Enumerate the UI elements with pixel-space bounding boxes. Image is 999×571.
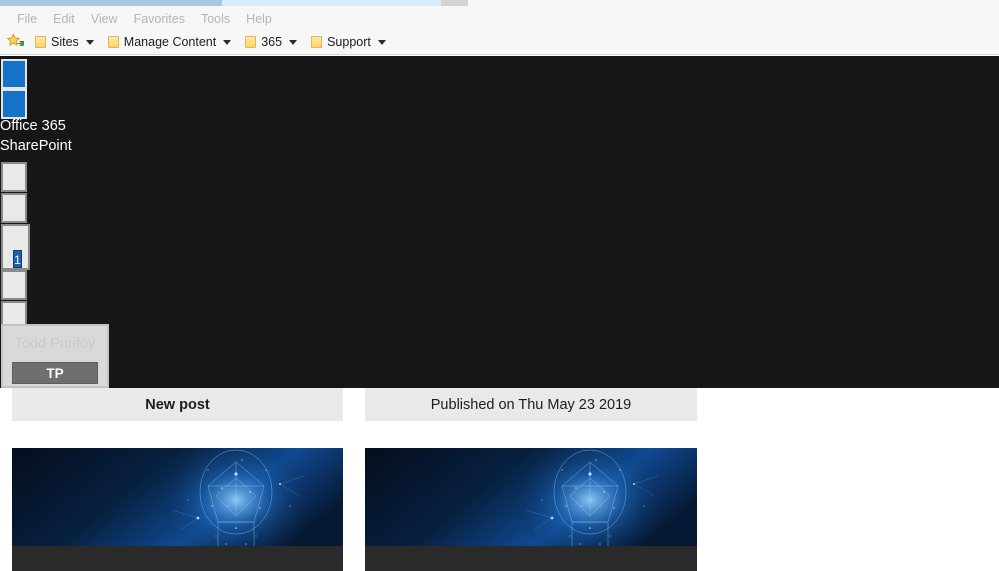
lightbulb-network-image xyxy=(12,448,343,571)
menu-item-tools[interactable]: Tools xyxy=(193,8,238,30)
favorite-manage-content[interactable]: Manage Content xyxy=(101,31,238,53)
menu-item-edit[interactable]: Edit xyxy=(45,8,83,30)
hero-footer-bar xyxy=(365,546,697,571)
star-icon[interactable] xyxy=(6,33,24,51)
favorite-label: 365 xyxy=(261,35,283,49)
office365-suite-bar: Office 365 SharePoint 1 Todd Purifoy TP xyxy=(0,56,999,388)
hero-footer-bar xyxy=(12,546,343,571)
user-name: Todd Purifoy xyxy=(14,336,96,352)
user-account-card[interactable]: Todd Purifoy TP xyxy=(1,324,109,388)
avatar: TP xyxy=(12,362,98,384)
folder-icon xyxy=(245,36,257,48)
menu-item-file[interactable]: File xyxy=(9,8,45,30)
suite-action-4[interactable] xyxy=(1,270,27,300)
browser-tab-strip xyxy=(0,0,999,8)
favorites-bar: Sites Manage Content 365 Support xyxy=(0,30,999,55)
folder-icon xyxy=(35,36,46,48)
folder-icon xyxy=(107,36,119,48)
suite-brand-sharepoint[interactable]: SharePoint xyxy=(0,139,72,154)
menu-item-help[interactable]: Help xyxy=(238,8,280,30)
favorite-support[interactable]: Support xyxy=(304,31,393,53)
waffle-icon[interactable] xyxy=(1,59,27,89)
menu-bar: File Edit View Favorites Tools Help xyxy=(0,8,999,30)
post-card[interactable]: New post xyxy=(12,388,343,571)
notification-badge: 1 xyxy=(13,250,22,268)
post-published-date: Published on Thu May 23 2019 xyxy=(365,388,697,421)
chevron-down-icon xyxy=(289,39,298,45)
lightbulb-network-image xyxy=(365,448,697,571)
chevron-down-icon xyxy=(377,39,386,45)
post-card[interactable]: Published on Thu May 23 2019 xyxy=(365,388,697,571)
browser-tab-inactive[interactable] xyxy=(222,0,441,6)
favorite-label: Manage Content xyxy=(123,35,217,49)
favorite-365[interactable]: 365 xyxy=(238,31,304,53)
chevron-down-icon xyxy=(223,39,232,45)
app-launcher-icon[interactable] xyxy=(1,89,27,119)
favorite-label: Support xyxy=(327,35,371,49)
chevron-down-icon xyxy=(85,39,94,45)
suite-action-1[interactable] xyxy=(1,162,27,192)
suite-brand-office365[interactable]: Office 365 xyxy=(0,119,66,134)
menu-item-view[interactable]: View xyxy=(83,8,126,30)
menu-item-favorites[interactable]: Favorites xyxy=(126,8,193,30)
suite-action-2[interactable] xyxy=(1,193,27,223)
notifications-button[interactable]: 1 xyxy=(1,224,30,270)
favorite-sites[interactable]: Sites xyxy=(28,31,101,53)
page-canvas: New post Published on Thu May 23 2019 xyxy=(0,388,999,571)
post-title: New post xyxy=(12,388,343,421)
favorite-label: Sites xyxy=(51,35,79,49)
new-tab-button[interactable] xyxy=(441,0,468,6)
folder-icon xyxy=(311,36,323,48)
browser-tab-active[interactable] xyxy=(0,0,222,6)
browser-window: File Edit View Favorites Tools Help Site… xyxy=(0,0,999,571)
